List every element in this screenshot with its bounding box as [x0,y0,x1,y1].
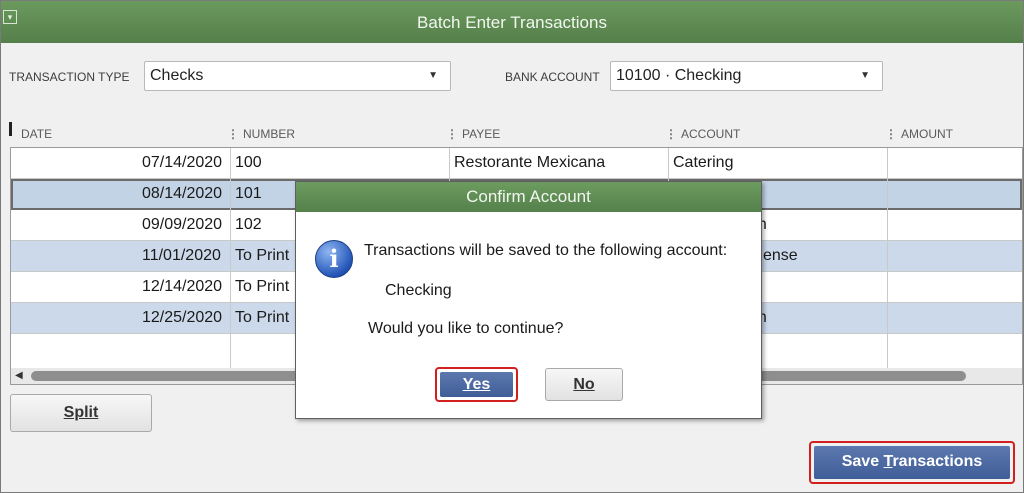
dialog-message: Transactions will be saved to the follow… [364,242,728,259]
date-cell[interactable]: 12/25/2020 [142,309,222,327]
save-transactions-highlight: Save Transactions [809,441,1015,484]
no-button-label: No [573,376,595,393]
number-cell[interactable]: 101 [235,185,262,203]
bank-account-label: BANK ACCOUNT [505,70,600,84]
batch-enter-window: ▾ Batch Enter Transactions TRANSACTION T… [0,0,1024,493]
date-cell[interactable]: 07/14/2020 [142,154,222,172]
number-cell[interactable]: To Print [235,247,289,265]
window-title: Batch Enter Transactions [417,13,607,32]
dialog-title: Confirm Account [296,182,761,212]
dialog-account: Checking [385,282,452,299]
save-label-part: ransactions [892,453,983,470]
payee-cell[interactable]: Restorante Mexicana [454,154,605,172]
date-cell[interactable]: 08/14/2020 [142,185,222,203]
title-bar: ▾ Batch Enter Transactions [1,1,1023,43]
chevron-down-icon: ▼ [860,70,870,81]
bank-account-value: 10100 · Checking [616,67,742,84]
transaction-type-select[interactable]: Checks ▼ [144,61,451,91]
account-cell[interactable]: ense [763,247,798,265]
bank-account-select[interactable]: 10100 · Checking ▼ [610,61,883,91]
number-cell[interactable]: To Print [235,278,289,296]
yes-button-label: Yes [462,376,491,393]
split-button-label: Split [63,404,99,421]
yes-button[interactable]: Yes [440,372,513,397]
account-cell[interactable]: Catering [673,154,733,172]
save-label-part: Save [841,453,884,470]
column-header-payee[interactable]: ⋮ PAYEE [446,127,500,141]
date-cell[interactable]: 09/09/2020 [142,216,222,234]
date-cell[interactable]: 12/14/2020 [142,278,222,296]
column-divider [230,148,231,368]
number-cell[interactable]: 102 [235,216,262,234]
yes-button-highlight: Yes [435,367,518,402]
table-row[interactable]: 07/14/2020 100 Restorante Mexicana Cater… [11,148,1022,179]
column-resize-handle[interactable] [9,122,12,136]
dialog-question: Would you like to continue? [368,320,564,337]
info-icon: i [315,240,353,278]
column-header-date[interactable]: DATE [21,127,52,141]
split-button[interactable]: Split [10,394,152,432]
number-cell[interactable]: 100 [235,154,262,172]
transaction-type-value: Checks [150,67,204,84]
scroll-left-icon[interactable]: ◀ [15,370,23,381]
number-cell[interactable]: To Print [235,309,289,327]
chevron-down-icon: ▼ [428,70,438,81]
column-header-account[interactable]: ⋮ ACCOUNT [665,127,740,141]
save-transactions-button[interactable]: Save Transactions [814,446,1010,479]
column-header-amount[interactable]: ⋮ AMOUNT [885,127,953,141]
no-button[interactable]: No [545,368,623,401]
transaction-type-label: TRANSACTION TYPE [9,70,130,84]
date-cell[interactable]: 11/01/2020 [142,247,221,265]
column-divider [887,148,888,368]
confirm-account-dialog: Confirm Account i Transactions will be s… [295,181,762,419]
column-header-number[interactable]: ⋮ NUMBER [227,127,295,141]
